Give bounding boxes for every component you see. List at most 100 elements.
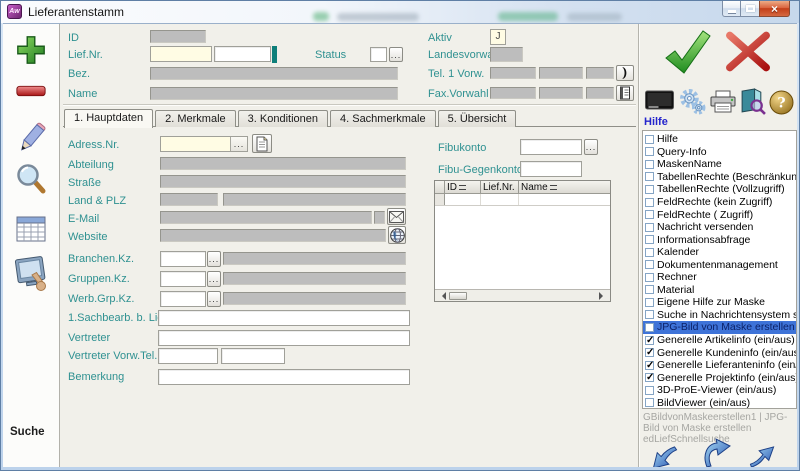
- checkbox[interactable]: [645, 172, 654, 181]
- send-email-button[interactable]: [387, 208, 406, 225]
- maximize-button[interactable]: [741, 1, 759, 17]
- minimize-button[interactable]: [722, 1, 741, 17]
- scroll-right-icon[interactable]: [599, 292, 607, 300]
- book-search-icon[interactable]: [739, 88, 766, 115]
- tab-5[interactable]: 5. Übersicht: [438, 110, 517, 127]
- help-list-item[interactable]: Rechner: [643, 271, 796, 284]
- help-list-item[interactable]: Generelle Artikelinfo (ein/aus): [643, 334, 796, 347]
- checkbox[interactable]: [645, 373, 654, 382]
- help-list-item[interactable]: Generelle Projektinfo (ein/aus): [643, 371, 796, 384]
- checkbox[interactable]: [645, 273, 654, 282]
- branchen-field[interactable]: [160, 251, 206, 267]
- help-list-item[interactable]: Generelle Kundeninfo (ein/aus): [643, 346, 796, 359]
- help-list-item[interactable]: FeldRechte (kein Zugriff): [643, 196, 796, 209]
- vertreter-vorw-field[interactable]: [158, 348, 218, 364]
- grid-column-header[interactable]: Lief.Nr.: [481, 181, 519, 193]
- checkbox[interactable]: [645, 310, 654, 319]
- cancel-x-icon[interactable]: [723, 29, 773, 74]
- checkbox[interactable]: [645, 336, 654, 345]
- liefnr-field[interactable]: [150, 46, 212, 62]
- checkbox[interactable]: [645, 135, 654, 144]
- grid-h-scrollbar[interactable]: [435, 289, 610, 301]
- delete-icon[interactable]: [15, 84, 47, 98]
- help-list-item[interactable]: BildViewer (ein/aus): [643, 396, 796, 409]
- scroll-left-icon[interactable]: [438, 292, 446, 300]
- help-list-item[interactable]: JPG-Bild von Maske erstellen: [643, 321, 796, 334]
- scroll-thumb[interactable]: [449, 292, 467, 300]
- checkbox[interactable]: [645, 398, 654, 407]
- gruppen-field[interactable]: [160, 271, 206, 287]
- checkbox[interactable]: [645, 160, 654, 169]
- adressnr-field[interactable]: ...: [160, 136, 248, 152]
- checkbox[interactable]: [645, 185, 654, 194]
- row-selector[interactable]: [435, 194, 445, 205]
- fibu-gegenkonto-field[interactable]: [520, 161, 582, 177]
- aktiv-field[interactable]: J: [490, 29, 506, 45]
- liefnr-field-2[interactable]: [214, 46, 271, 62]
- adressnr-lookup-button[interactable]: ...: [230, 137, 247, 151]
- checkbox[interactable]: [645, 210, 654, 219]
- checkbox[interactable]: [645, 298, 654, 307]
- fibukonto-lookup-button[interactable]: ...: [584, 139, 598, 155]
- help-list-item[interactable]: Nachricht versenden: [643, 221, 796, 234]
- open-website-button[interactable]: [388, 226, 406, 244]
- checkbox[interactable]: [645, 323, 654, 332]
- help-list-item[interactable]: Material: [643, 284, 796, 297]
- touch-screen-icon[interactable]: [11, 254, 51, 296]
- search-icon[interactable]: [14, 162, 48, 196]
- help-list-item[interactable]: 3D-ProE-Viewer (ein/aus): [643, 384, 796, 397]
- help-list-item[interactable]: Suche in Nachrichtensystem speichern: [643, 309, 796, 322]
- checkbox[interactable]: [645, 260, 654, 269]
- question-icon[interactable]: ?: [769, 90, 794, 115]
- address-document-button[interactable]: [252, 134, 272, 153]
- help-list[interactable]: HilfeQuery-InfoMaskenName TabellenRechte …: [642, 130, 797, 409]
- help-list-item[interactable]: Query-Info: [643, 146, 796, 159]
- checkbox[interactable]: [645, 386, 654, 395]
- bemerkung-field[interactable]: [158, 369, 410, 385]
- add-icon[interactable]: [15, 34, 47, 66]
- werbgrp-lookup-button[interactable]: ...: [207, 291, 221, 307]
- grid-row[interactable]: [435, 194, 610, 206]
- checkbox[interactable]: [645, 223, 654, 232]
- phone-dial-button[interactable]: [616, 65, 634, 81]
- tab-2[interactable]: 2. Merkmale: [155, 110, 236, 127]
- help-list-item[interactable]: Eigene Hilfe zur Maske: [643, 296, 796, 309]
- grid-column-header[interactable]: ID: [445, 181, 481, 193]
- grid-column-header[interactable]: Name: [519, 181, 610, 193]
- confirm-check-icon[interactable]: [659, 26, 715, 78]
- arrow-down-left-icon[interactable]: [649, 444, 679, 467]
- help-list-item[interactable]: MaskenName: [643, 158, 796, 171]
- help-list-item[interactable]: Kalender: [643, 246, 796, 259]
- status-field[interactable]: [370, 47, 387, 62]
- help-list-item[interactable]: TabellenRechte (Vollzugriff): [643, 183, 796, 196]
- arrow-up-right-icon[interactable]: [747, 444, 779, 467]
- sachbearb-field[interactable]: [158, 310, 410, 326]
- gears-icon[interactable]: [679, 88, 706, 115]
- tab-3[interactable]: 3. Konditionen: [238, 110, 328, 127]
- close-button[interactable]: ×: [759, 1, 790, 17]
- checkbox[interactable]: [645, 348, 654, 357]
- table-icon[interactable]: [16, 216, 46, 242]
- gruppen-lookup-button[interactable]: ...: [207, 271, 221, 287]
- checkbox[interactable]: [645, 361, 654, 370]
- vertreter-field[interactable]: [158, 330, 410, 346]
- help-list-item[interactable]: Informationsabfrage: [643, 233, 796, 246]
- checkbox[interactable]: [645, 285, 654, 294]
- redo-arrow-icon[interactable]: [699, 438, 733, 467]
- edit-pencil-icon[interactable]: [13, 120, 49, 156]
- branchen-lookup-button[interactable]: ...: [207, 251, 221, 267]
- checkbox[interactable]: [645, 147, 654, 156]
- help-list-item[interactable]: FeldRechte ( Zugriff): [643, 208, 796, 221]
- vertreter-tel-field[interactable]: [221, 348, 285, 364]
- werbgrp-field[interactable]: [160, 291, 206, 307]
- checkbox[interactable]: [645, 198, 654, 207]
- supplier-grid[interactable]: IDLief.Nr.Name: [434, 180, 611, 302]
- fax-button[interactable]: [616, 85, 634, 101]
- printer-icon[interactable]: [709, 90, 737, 114]
- help-list-item[interactable]: Dokumentenmanagement: [643, 258, 796, 271]
- tab-4[interactable]: 4. Sachmerkmale: [330, 110, 436, 127]
- fibukonto-field[interactable]: [520, 139, 582, 155]
- help-list-item[interactable]: Hilfe: [643, 133, 796, 146]
- tab-1[interactable]: 1. Hauptdaten: [64, 109, 153, 128]
- screen-icon[interactable]: [644, 90, 675, 112]
